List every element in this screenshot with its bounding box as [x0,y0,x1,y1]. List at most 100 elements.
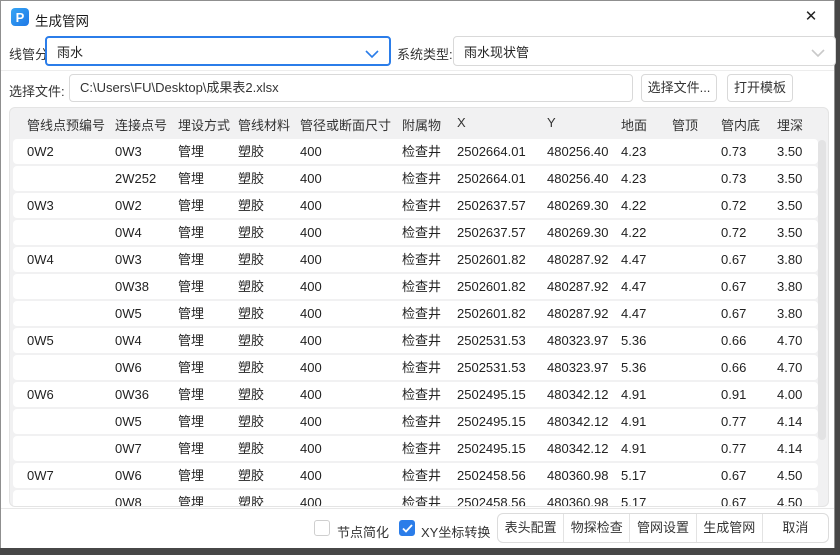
table-cell: 管埋 [178,139,238,164]
table-cell: 检查井 [402,409,457,434]
table-cell: 2502601.82 [457,301,547,326]
table-cell [672,193,721,218]
table-cell: 检查井 [402,328,457,353]
column-header[interactable]: 管线点预编号 [27,115,115,134]
close-icon[interactable]: ✕ [800,7,822,27]
table-cell: 0.72 [721,220,777,245]
generate-network-button[interactable]: 生成管网 [696,514,762,542]
table-cell: 3.80 [777,274,817,299]
column-header[interactable]: 管线材料 [238,115,300,134]
column-header[interactable]: 附属物 [402,115,457,134]
survey-check-button[interactable]: 物探检查 [563,514,629,542]
table-row[interactable]: 2W252管埋塑胶400检查井2502664.01480256.404.230.… [13,166,818,191]
table-cell: 0W3 [115,247,178,272]
table-cell: 塑胶 [238,463,300,488]
table-cell: 2502664.01 [457,139,547,164]
table-cell: 400 [300,436,402,461]
table-cell: 管埋 [178,382,238,407]
table-cell: 0.67 [721,490,777,507]
table-cell: 管埋 [178,355,238,380]
table-cell: 4.22 [621,220,672,245]
table-cell: 塑胶 [238,247,300,272]
table-cell: 4.47 [621,274,672,299]
table-cell [27,409,115,434]
table-cell: 0.67 [721,274,777,299]
table-cell: 管埋 [178,463,238,488]
header-config-button[interactable]: 表头配置 [498,514,563,542]
table-cell: 4.22 [621,193,672,218]
column-header[interactable]: 地面 [621,115,672,134]
table-cell: 2502495.15 [457,409,547,434]
table-cell: 0.67 [721,463,777,488]
table-cell: 4.50 [777,463,817,488]
column-header[interactable]: 埋设方式 [178,115,238,134]
table-cell: 480269.30 [547,220,621,245]
table-cell: 塑胶 [238,436,300,461]
table-cell [27,355,115,380]
table-cell: 0.67 [721,301,777,326]
table-cell: 480287.92 [547,247,621,272]
table-row[interactable]: 0W5管埋塑胶400检查井2502601.82480287.924.470.67… [13,301,818,326]
table-cell: 0W5 [115,301,178,326]
column-header[interactable]: 管内底 [721,115,777,134]
table-cell: 400 [300,328,402,353]
scrollbar[interactable] [818,140,826,502]
table-cell: 5.17 [621,490,672,507]
table-cell: 2502495.15 [457,382,547,407]
cancel-button[interactable]: 取消 [762,514,828,542]
column-header[interactable]: 管径或断面尺寸 [300,115,402,134]
table-cell: 0W6 [115,463,178,488]
table-cell: 0W5 [115,409,178,434]
table-cell: 检查井 [402,463,457,488]
table-cell: 检查井 [402,139,457,164]
system-type-select[interactable]: 雨水现状管 [453,36,836,66]
table-row[interactable]: 0W50W4管埋塑胶400检查井2502531.53480323.975.360… [13,328,818,353]
table-cell: 480342.12 [547,436,621,461]
table-cell: 管埋 [178,274,238,299]
table-cell [672,139,721,164]
table-cell: 0W3 [27,193,115,218]
table-cell: 管埋 [178,328,238,353]
column-header[interactable]: 连接点号 [115,115,178,134]
table-row[interactable]: 0W40W3管埋塑胶400检查井2502601.82480287.924.470… [13,247,818,272]
table-cell [672,409,721,434]
column-header[interactable]: 埋深 [777,115,817,134]
table-row[interactable]: 0W6管埋塑胶400检查井2502531.53480323.975.360.66… [13,355,818,380]
table-cell: 管埋 [178,220,238,245]
node-simplify-checkbox[interactable] [314,520,330,536]
table-cell: 480287.92 [547,274,621,299]
table-row[interactable]: 0W70W6管埋塑胶400检查井2502458.56480360.985.170… [13,463,818,488]
table-cell: 5.36 [621,328,672,353]
network-settings-button[interactable]: 管网设置 [629,514,695,542]
table-cell: 0.77 [721,409,777,434]
table-cell: 0.67 [721,247,777,272]
table-cell: 480342.12 [547,382,621,407]
table-row[interactable]: 0W30W2管埋塑胶400检查井2502637.57480269.304.220… [13,193,818,218]
table-cell: 检查井 [402,166,457,191]
footer-button-group: 表头配置 物探检查 管网设置 生成管网 取消 [497,513,829,543]
table-cell: 管埋 [178,247,238,272]
table-row[interactable]: 0W8管埋塑胶400检查井2502458.56480360.985.170.67… [13,490,818,507]
table-row[interactable]: 0W4管埋塑胶400检查井2502637.57480269.304.220.72… [13,220,818,245]
column-header[interactable]: Y [547,115,621,134]
table-row[interactable]: 0W7管埋塑胶400检查井2502495.15480342.124.910.77… [13,436,818,461]
table-cell: 4.14 [777,409,817,434]
choose-file-button[interactable]: 选择文件... [641,74,717,102]
pipe-category-select[interactable]: 雨水 [45,36,391,66]
table-row[interactable]: 0W5管埋塑胶400检查井2502495.15480342.124.910.77… [13,409,818,434]
column-header[interactable]: 管顶 [672,115,721,134]
file-path-input[interactable]: C:\Users\FU\Desktop\成果表2.xlsx [69,74,633,102]
table-cell [27,220,115,245]
column-header[interactable]: X [457,115,547,134]
dialog-generate-pipe-network: P 生成管网 ✕ 线管分类: 雨水 系统类型: 雨水现状管 选择文件: C:\U… [0,0,835,548]
xy-transform-checkbox[interactable] [399,520,415,536]
table-row[interactable]: 0W60W36管埋塑胶400检查井2502495.15480342.124.91… [13,382,818,407]
titlebar: P 生成管网 ✕ [1,1,834,33]
table-cell: 4.47 [621,301,672,326]
table-cell: 480269.30 [547,193,621,218]
table-cell [672,463,721,488]
table-row[interactable]: 0W38管埋塑胶400检查井2502601.82480287.924.470.6… [13,274,818,299]
scrollbar-thumb[interactable] [818,140,826,440]
open-template-button[interactable]: 打开模板 [727,74,793,102]
table-row[interactable]: 0W20W3管埋塑胶400检查井2502664.01480256.404.230… [13,139,818,164]
